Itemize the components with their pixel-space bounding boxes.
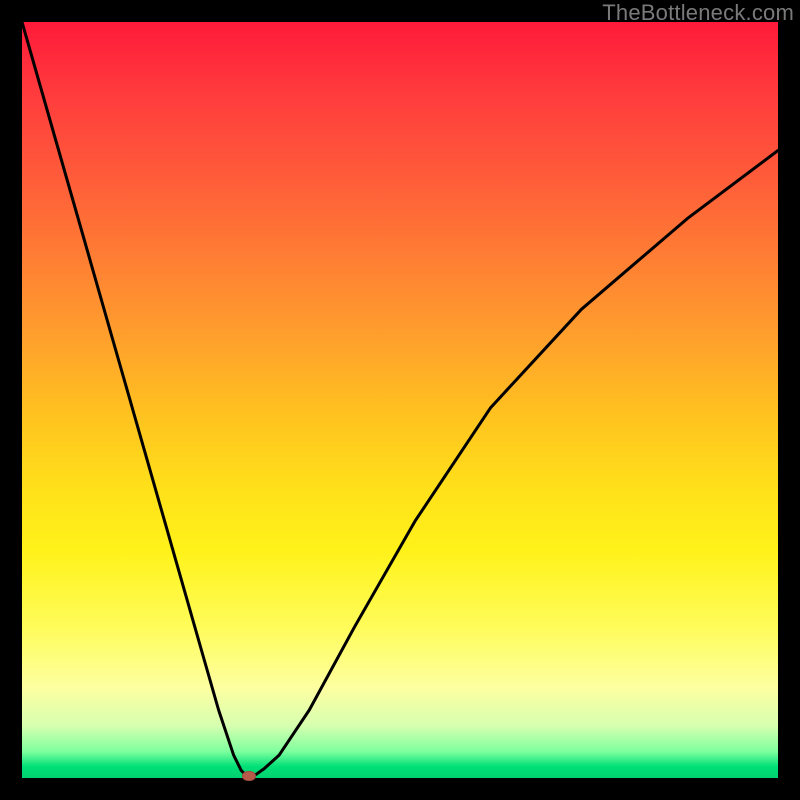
optimal-point-marker: [242, 771, 256, 781]
chart-frame: TheBottleneck.com: [0, 0, 800, 800]
bottleneck-curve: [22, 22, 778, 778]
curve-svg: [22, 22, 778, 778]
plot-area: [22, 22, 778, 778]
